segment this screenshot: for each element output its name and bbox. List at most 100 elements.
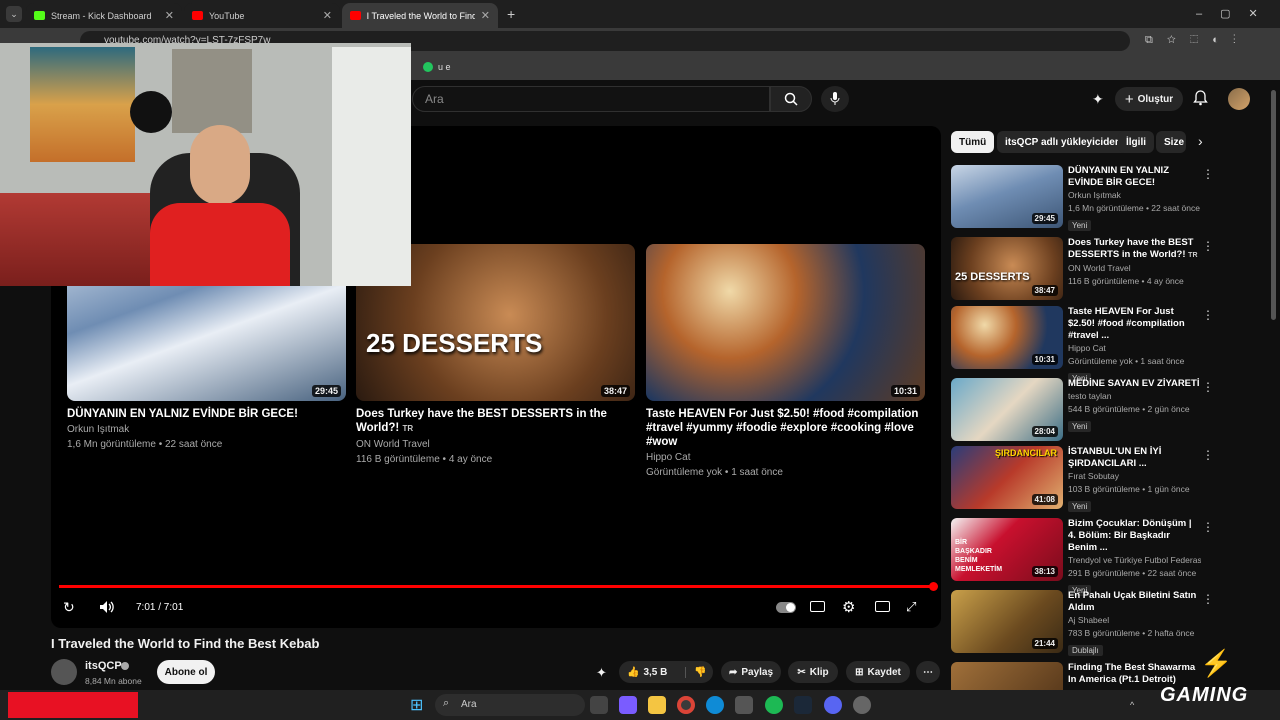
obs-icon[interactable]	[853, 696, 871, 714]
save-button[interactable]: ⊞ Kaydet	[846, 661, 910, 683]
video-title[interactable]: DÜNYANIN EN YALNIZ EVİNDE BİR GECE!	[1068, 165, 1201, 189]
channel-name[interactable]: Hippo Cat	[646, 451, 925, 464]
more-vert-icon[interactable]: ⋮	[1202, 380, 1214, 394]
sidebar-video-item[interactable]: 28:04 MEDİNE SAYAN EV ZİYARETİ testo tay…	[951, 378, 1216, 444]
like-icon[interactable]: 👍	[627, 667, 639, 678]
subscribe-button[interactable]: Abone ol	[157, 660, 215, 684]
video-thumbnail[interactable]: BİR BAŞKADIR BENİM MEMLEKETİM 38:13	[951, 518, 1063, 581]
channel-name[interactable]: testo taylan	[1068, 390, 1201, 403]
discord-icon[interactable]	[824, 696, 842, 714]
voice-search-button[interactable]	[821, 86, 849, 112]
close-tab-icon[interactable]: ✕	[165, 9, 174, 22]
channel-name[interactable]: Orkun Işıtmak	[67, 423, 346, 436]
sidebar-video-item[interactable]: 10:31 Taste HEAVEN For Just $2.50! #food…	[951, 306, 1216, 384]
channel-name[interactable]: ON World Travel	[356, 438, 635, 451]
spotify-icon[interactable]	[765, 696, 783, 714]
chip-from-uploader[interactable]: itsQCP adlı yükleyiciden	[997, 131, 1129, 153]
tab-current-video[interactable]: I Traveled the World to Find the ✕	[342, 3, 498, 28]
miniplayer-icon[interactable]	[875, 601, 890, 612]
video-title[interactable]: DÜNYANIN EN YALNIZ EVİNDE BİR GECE!	[67, 407, 346, 421]
channel-name[interactable]: Hippo Cat	[1068, 342, 1201, 355]
browser-toolbar-icons[interactable]: ⧉☆⬚◐⋮	[1145, 34, 1250, 47]
autoplay-toggle[interactable]	[776, 602, 796, 613]
video-thumbnail[interactable]: 21:44	[951, 590, 1063, 653]
sidebar-video-item[interactable]: ŞIRDANCILAR 41:08 İSTANBUL'UN EN İYİ ŞIR…	[951, 446, 1216, 512]
copilot-icon[interactable]	[619, 696, 637, 714]
ask-sparkle-icon[interactable]: ✦	[596, 665, 607, 681]
video-title[interactable]: Bizim Çocuklar: Dönüşüm | 4. Bölüm: Bir …	[1068, 518, 1201, 554]
replay-icon[interactable]: ↻	[63, 599, 75, 616]
more-vert-icon[interactable]: ⋮	[1202, 520, 1214, 534]
chip-for-you[interactable]: Size	[1156, 131, 1186, 153]
new-tab-icon[interactable]: +	[507, 6, 515, 22]
tab-list-button[interactable]: ⌄	[6, 6, 22, 22]
more-vert-icon[interactable]: ⋮	[1202, 448, 1214, 462]
video-thumbnail[interactable]: ŞIRDANCILAR 41:08	[951, 446, 1063, 509]
video-title[interactable]: MEDİNE SAYAN EV ZİYARETİ	[1068, 378, 1201, 390]
more-actions-button[interactable]: ⋯	[916, 661, 940, 683]
volume-icon[interactable]	[99, 600, 115, 619]
channel-name[interactable]: ON World Travel	[1068, 262, 1201, 275]
subtitles-icon[interactable]	[810, 601, 825, 612]
steam-icon[interactable]	[794, 696, 812, 714]
video-title[interactable]: Taste HEAVEN For Just $2.50! #food #comp…	[646, 407, 925, 449]
video-thumbnail[interactable]: 29:45	[951, 165, 1063, 228]
video-title[interactable]: Does Turkey have the BEST DESSERTS in th…	[1068, 237, 1201, 262]
like-count[interactable]: 3,5 B	[643, 667, 667, 678]
progress-scrubber-handle[interactable]	[929, 582, 938, 591]
edge-icon[interactable]	[706, 696, 724, 714]
gemini-sparkle-icon[interactable]: ✦	[1092, 91, 1104, 108]
more-vert-icon[interactable]: ⋮	[1202, 308, 1214, 322]
channel-avatar[interactable]	[51, 659, 77, 685]
create-button[interactable]: + Oluştur	[1115, 87, 1183, 111]
account-avatar[interactable]	[1228, 88, 1250, 110]
fullscreen-icon[interactable]: ⤢	[906, 599, 916, 615]
video-thumbnail[interactable]	[951, 662, 1063, 690]
channel-name[interactable]: Aj Shabeel	[1068, 614, 1201, 627]
video-thumbnail[interactable]: 10:31	[951, 306, 1063, 369]
video-title[interactable]: Finding The Best Shawarma In America (Pt…	[1068, 662, 1201, 686]
tray-chevron-icon[interactable]: ^	[1130, 700, 1134, 710]
close-tab-icon[interactable]: ✕	[481, 9, 490, 22]
search-button[interactable]	[770, 86, 812, 112]
channel-name[interactable]: Trendyol ve Türkiye Futbol Federasyonu	[1068, 554, 1201, 567]
more-vert-icon[interactable]: ⋮	[1202, 239, 1214, 253]
file-explorer-icon[interactable]	[648, 696, 666, 714]
tab-kick-dashboard[interactable]: Stream - Kick Dashboard ✕	[26, 3, 182, 28]
more-vert-icon[interactable]: ⋮	[1202, 167, 1214, 181]
settings-gear-icon[interactable]: ⚙	[842, 598, 855, 616]
video-thumbnail[interactable]: 25 DESSERTS 38:47	[951, 237, 1063, 300]
taskbar-search-input[interactable]: Ara	[435, 694, 585, 716]
notifications-bell-icon[interactable]	[1193, 90, 1208, 111]
share-button[interactable]: ➦ Paylaş	[721, 661, 781, 683]
video-title[interactable]: Does Turkey have the BEST DESSERTS in th…	[356, 407, 635, 436]
clip-button[interactable]: ✂ Klip	[788, 661, 838, 683]
channel-name[interactable]: itsQCP	[85, 660, 122, 672]
video-title[interactable]: İSTANBUL'UN EN İYİ ŞIRDANCILARI ...	[1068, 446, 1201, 470]
sidebar-video-item[interactable]: BİR BAŞKADIR BENİM MEMLEKETİM 38:13 Bizi…	[951, 518, 1216, 596]
sidebar-video-item[interactable]: 21:44 En Pahalı Uçak Biletini Satın Aldı…	[951, 590, 1216, 656]
chip-related[interactable]: İlgili	[1118, 131, 1154, 153]
search-input[interactable]: Ara	[412, 86, 770, 112]
channel-name[interactable]: Fırat Sobutay	[1068, 470, 1201, 483]
endscreen-video-card[interactable]: 10:31 Taste HEAVEN For Just $2.50! #food…	[646, 244, 925, 479]
task-view-icon[interactable]	[590, 696, 608, 714]
tab-youtube[interactable]: YouTube ✕	[184, 3, 340, 28]
window-controls[interactable]: –▢✕	[1196, 7, 1276, 20]
dislike-icon[interactable]: 👎	[685, 666, 707, 678]
chips-next-chevron-icon[interactable]: ›	[1198, 133, 1203, 149]
video-thumbnail[interactable]: 28:04	[951, 378, 1063, 441]
windows-start-icon[interactable]: ⊞	[410, 695, 423, 715]
sidebar-video-item[interactable]: 25 DESSERTS 38:47 Does Turkey have the B…	[951, 237, 1216, 303]
chip-all[interactable]: Tümü	[951, 131, 995, 153]
sidebar-video-item[interactable]: 29:45 DÜNYANIN EN YALNIZ EVİNDE BİR GECE…	[951, 165, 1216, 231]
video-title[interactable]: Taste HEAVEN For Just $2.50! #food #comp…	[1068, 306, 1201, 342]
page-scrollbar[interactable]	[1271, 90, 1276, 320]
chrome-icon[interactable]	[677, 696, 695, 714]
progress-bar[interactable]	[59, 585, 933, 588]
close-tab-icon[interactable]: ✕	[323, 9, 332, 22]
channel-name[interactable]: Orkun Işıtmak	[1068, 189, 1201, 202]
store-icon[interactable]	[735, 696, 753, 714]
video-thumbnail[interactable]: 10:31	[646, 244, 925, 401]
more-vert-icon[interactable]: ⋮	[1202, 592, 1214, 606]
